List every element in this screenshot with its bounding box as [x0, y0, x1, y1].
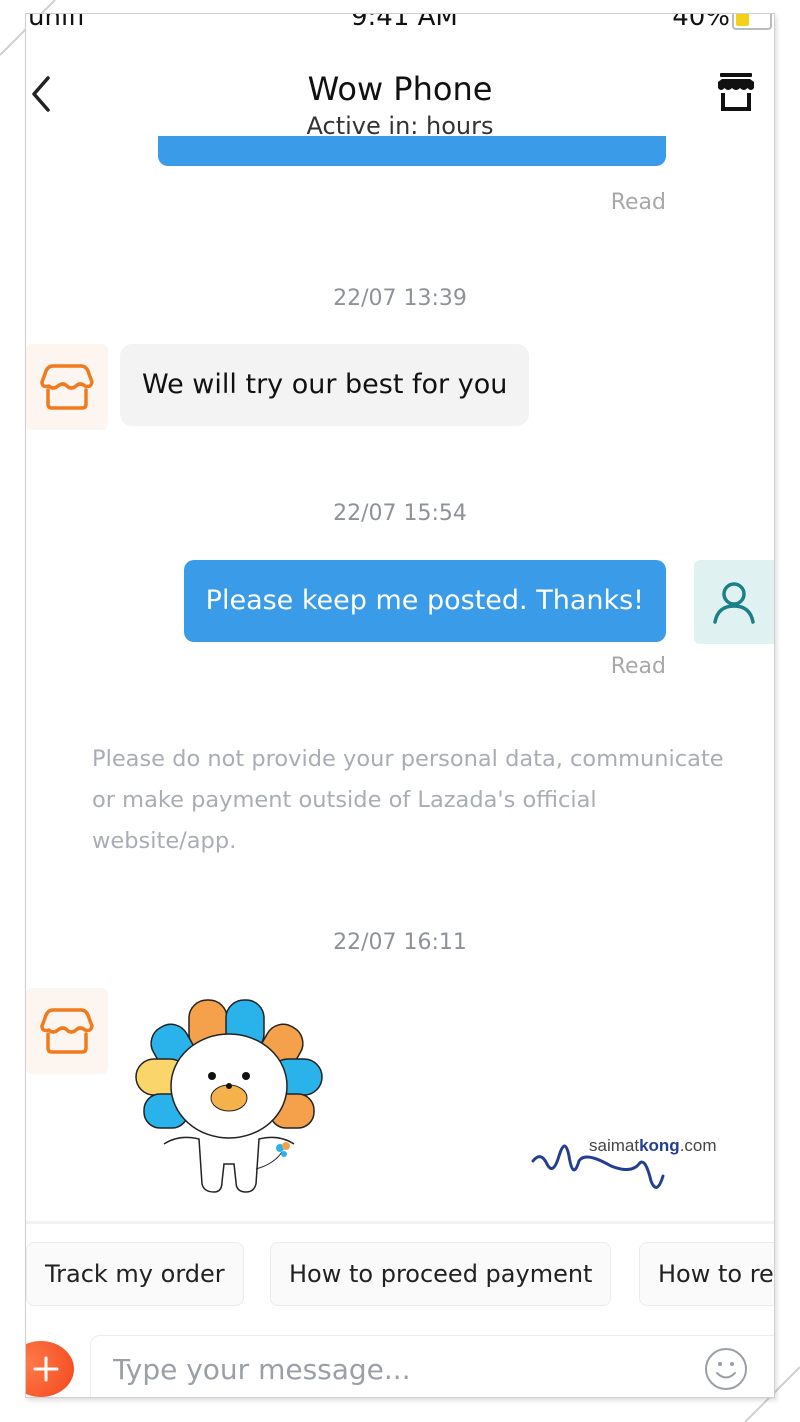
message-input-container	[90, 1335, 774, 1397]
page-title: Wow Phone	[307, 70, 493, 108]
quick-reply-track-order[interactable]: Track my order	[26, 1242, 244, 1306]
smiley-icon	[705, 1348, 747, 1390]
plus-icon	[33, 1356, 59, 1382]
store-icon	[40, 364, 94, 410]
store-icon	[40, 1008, 94, 1054]
read-receipt: Read	[610, 190, 666, 215]
battery-icon	[732, 14, 772, 30]
incoming-message-bubble[interactable]: We will try our best for you	[120, 344, 530, 426]
emoji-button[interactable]	[703, 1346, 749, 1392]
message-timestamp: 22/07 15:54	[333, 501, 467, 526]
watermark-text: saimatkong.com	[589, 1136, 717, 1155]
quick-reply-return[interactable]: How to re	[639, 1242, 774, 1306]
outgoing-message-bubble[interactable]: Please keep me posted. Thanks!	[183, 560, 666, 642]
chat-header: Wow Phone Active in: hours	[26, 36, 774, 140]
message-timestamp: 22/07 13:39	[333, 286, 467, 311]
message-input[interactable]	[111, 1344, 675, 1394]
status-bar: unifi 9:41 AM 40%	[26, 14, 774, 37]
safety-notice: Please do not provide your personal data…	[92, 746, 724, 854]
quick-replies: Track my order How to proceed payment Ho…	[26, 1221, 774, 1324]
active-status: Active in: hours	[306, 112, 494, 140]
clock: 9:41 AM	[351, 14, 458, 32]
watermark-logo: saimatkong.com	[531, 1126, 731, 1196]
read-receipt: Read	[610, 654, 666, 679]
store-button[interactable]	[714, 70, 758, 114]
carrier-label: unifi	[28, 14, 85, 32]
battery-percent: 40%	[672, 14, 730, 32]
store-icon	[718, 73, 754, 111]
message-composer	[26, 1321, 774, 1397]
seller-avatar[interactable]	[26, 344, 108, 430]
add-attachment-button[interactable]	[26, 1341, 74, 1397]
message-timestamp: 22/07 16:11	[333, 930, 467, 955]
lion-mascot-sticker[interactable]	[134, 994, 324, 1194]
user-icon	[713, 582, 755, 624]
phone-screen: unifi 9:41 AM 40% Wow Phone Active in: h…	[25, 13, 775, 1398]
message-list[interactable]: Read 22/07 13:39 We will try our best fo…	[26, 132, 774, 1221]
seller-avatar[interactable]	[26, 988, 108, 1074]
quick-reply-payment[interactable]: How to proceed payment	[270, 1242, 612, 1306]
user-avatar[interactable]	[694, 560, 774, 644]
